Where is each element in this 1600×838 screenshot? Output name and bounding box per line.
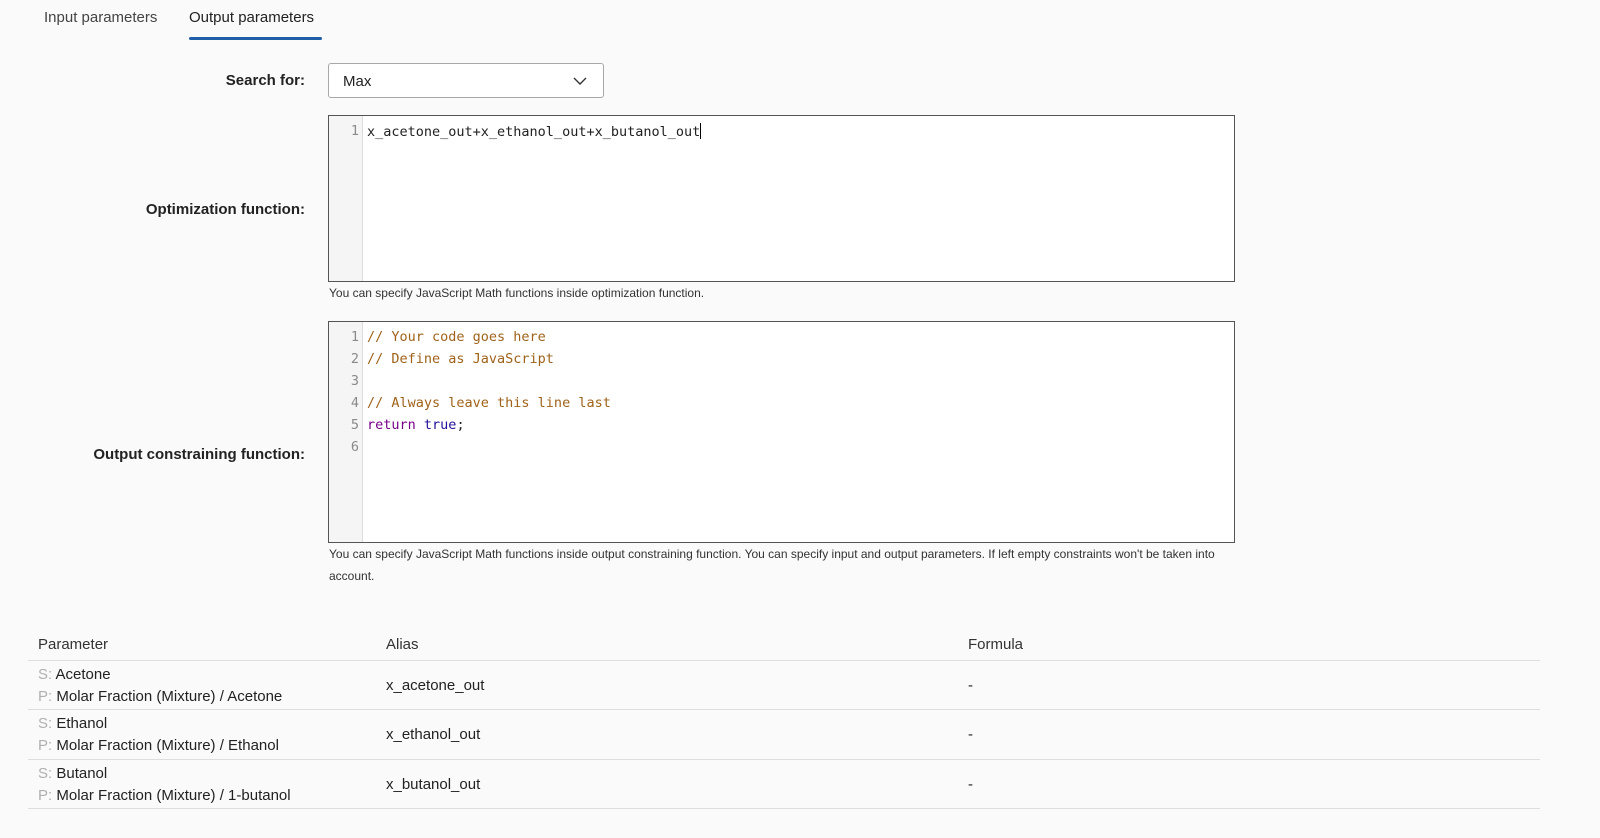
code-line: 1 // Your code goes here bbox=[329, 326, 1234, 348]
property-name: Molar Fraction (Mixture) / 1-butanol bbox=[56, 787, 291, 804]
line-number: 3 bbox=[350, 373, 359, 389]
line-number: 4 bbox=[350, 395, 359, 411]
active-tab-indicator bbox=[189, 37, 322, 40]
formula-cell: - bbox=[968, 726, 973, 743]
alias-cell: x_butanol_out bbox=[386, 776, 481, 793]
table-row[interactable]: S: Butanol P: Molar Fraction (Mixture) /… bbox=[28, 760, 1540, 809]
property-name: Molar Fraction (Mixture) / Acetone bbox=[56, 688, 283, 705]
line-number: 2 bbox=[350, 351, 359, 367]
property-prefix: P: bbox=[38, 787, 53, 804]
stream-prefix: S: bbox=[38, 666, 53, 683]
stream-name: Butanol bbox=[56, 765, 108, 782]
search-for-value: Max bbox=[343, 73, 372, 90]
tab-bar: Input parameters Output parameters bbox=[0, 0, 1600, 42]
tab-output-parameters[interactable]: Output parameters bbox=[189, 9, 314, 26]
search-for-label: Search for: bbox=[225, 72, 305, 89]
column-header-parameter: Parameter bbox=[38, 636, 109, 653]
property-line: P: Molar Fraction (Mixture) / Ethanol bbox=[38, 737, 279, 754]
code-comment: // Always leave this line last bbox=[367, 395, 611, 411]
output-constraining-function-label: Output constraining function: bbox=[93, 446, 305, 463]
property-prefix: P: bbox=[38, 688, 53, 705]
alias-cell: x_ethanol_out bbox=[386, 726, 481, 743]
code-comment: // Your code goes here bbox=[367, 329, 546, 345]
stream-name: Acetone bbox=[55, 666, 111, 683]
line-number: 1 bbox=[350, 123, 359, 139]
property-line: P: Molar Fraction (Mixture) / 1-butanol bbox=[38, 787, 291, 804]
formula-cell: - bbox=[968, 776, 973, 793]
code-atom: true bbox=[423, 417, 457, 433]
code-line: 3 bbox=[329, 370, 1234, 392]
code-line: 5 return true; bbox=[329, 414, 1234, 436]
constraint-help-text: You can specify JavaScript Math function… bbox=[329, 547, 1215, 583]
optimization-help-text: You can specify JavaScript Math function… bbox=[329, 286, 705, 300]
code-text: x_acetone_out+x_ethanol_out+x_butanol_ou… bbox=[367, 124, 701, 140]
text-cursor bbox=[700, 123, 702, 139]
column-header-alias: Alias bbox=[386, 636, 419, 653]
line-number: 1 bbox=[350, 329, 359, 345]
optimization-function-label: Optimization function: bbox=[145, 201, 305, 218]
code-line: 2 // Define as JavaScript bbox=[329, 348, 1234, 370]
table-row[interactable]: S: Acetone P: Molar Fraction (Mixture) /… bbox=[28, 661, 1540, 710]
stream-line: S: Ethanol bbox=[38, 715, 107, 732]
stream-name: Ethanol bbox=[56, 715, 108, 732]
stream-prefix: S: bbox=[38, 765, 53, 782]
code-line: 6 bbox=[329, 436, 1234, 458]
code-comment: // Define as JavaScript bbox=[367, 351, 554, 367]
line-number: 6 bbox=[350, 439, 359, 455]
stream-prefix: S: bbox=[38, 715, 53, 732]
line-number: 5 bbox=[350, 417, 359, 433]
code-line: 4 // Always leave this line last bbox=[329, 392, 1234, 414]
property-name: Molar Fraction (Mixture) / Ethanol bbox=[56, 737, 279, 754]
formula-cell: - bbox=[968, 677, 973, 694]
code-line: 1 x_acetone_out+x_ethanol_out+x_butanol_… bbox=[329, 120, 1234, 142]
alias-cell: x_acetone_out bbox=[386, 677, 485, 694]
chevron-down-icon bbox=[573, 77, 587, 85]
code-punct: ; bbox=[456, 417, 465, 433]
property-line: P: Molar Fraction (Mixture) / Acetone bbox=[38, 688, 282, 705]
search-for-select[interactable]: Max bbox=[328, 63, 604, 98]
output-constraining-function-editor[interactable]: 1 // Your code goes here 2 // Define as … bbox=[328, 321, 1235, 543]
optimization-function-editor[interactable]: 1 x_acetone_out+x_ethanol_out+x_butanol_… bbox=[328, 115, 1235, 282]
property-prefix: P: bbox=[38, 737, 53, 754]
code-keyword: return bbox=[367, 417, 416, 433]
stream-line: S: Butanol bbox=[38, 765, 107, 782]
stream-line: S: Acetone bbox=[38, 666, 111, 683]
tab-input-parameters[interactable]: Input parameters bbox=[44, 9, 157, 26]
table-row[interactable]: S: Ethanol P: Molar Fraction (Mixture) /… bbox=[28, 711, 1540, 760]
column-header-formula: Formula bbox=[968, 636, 1024, 653]
